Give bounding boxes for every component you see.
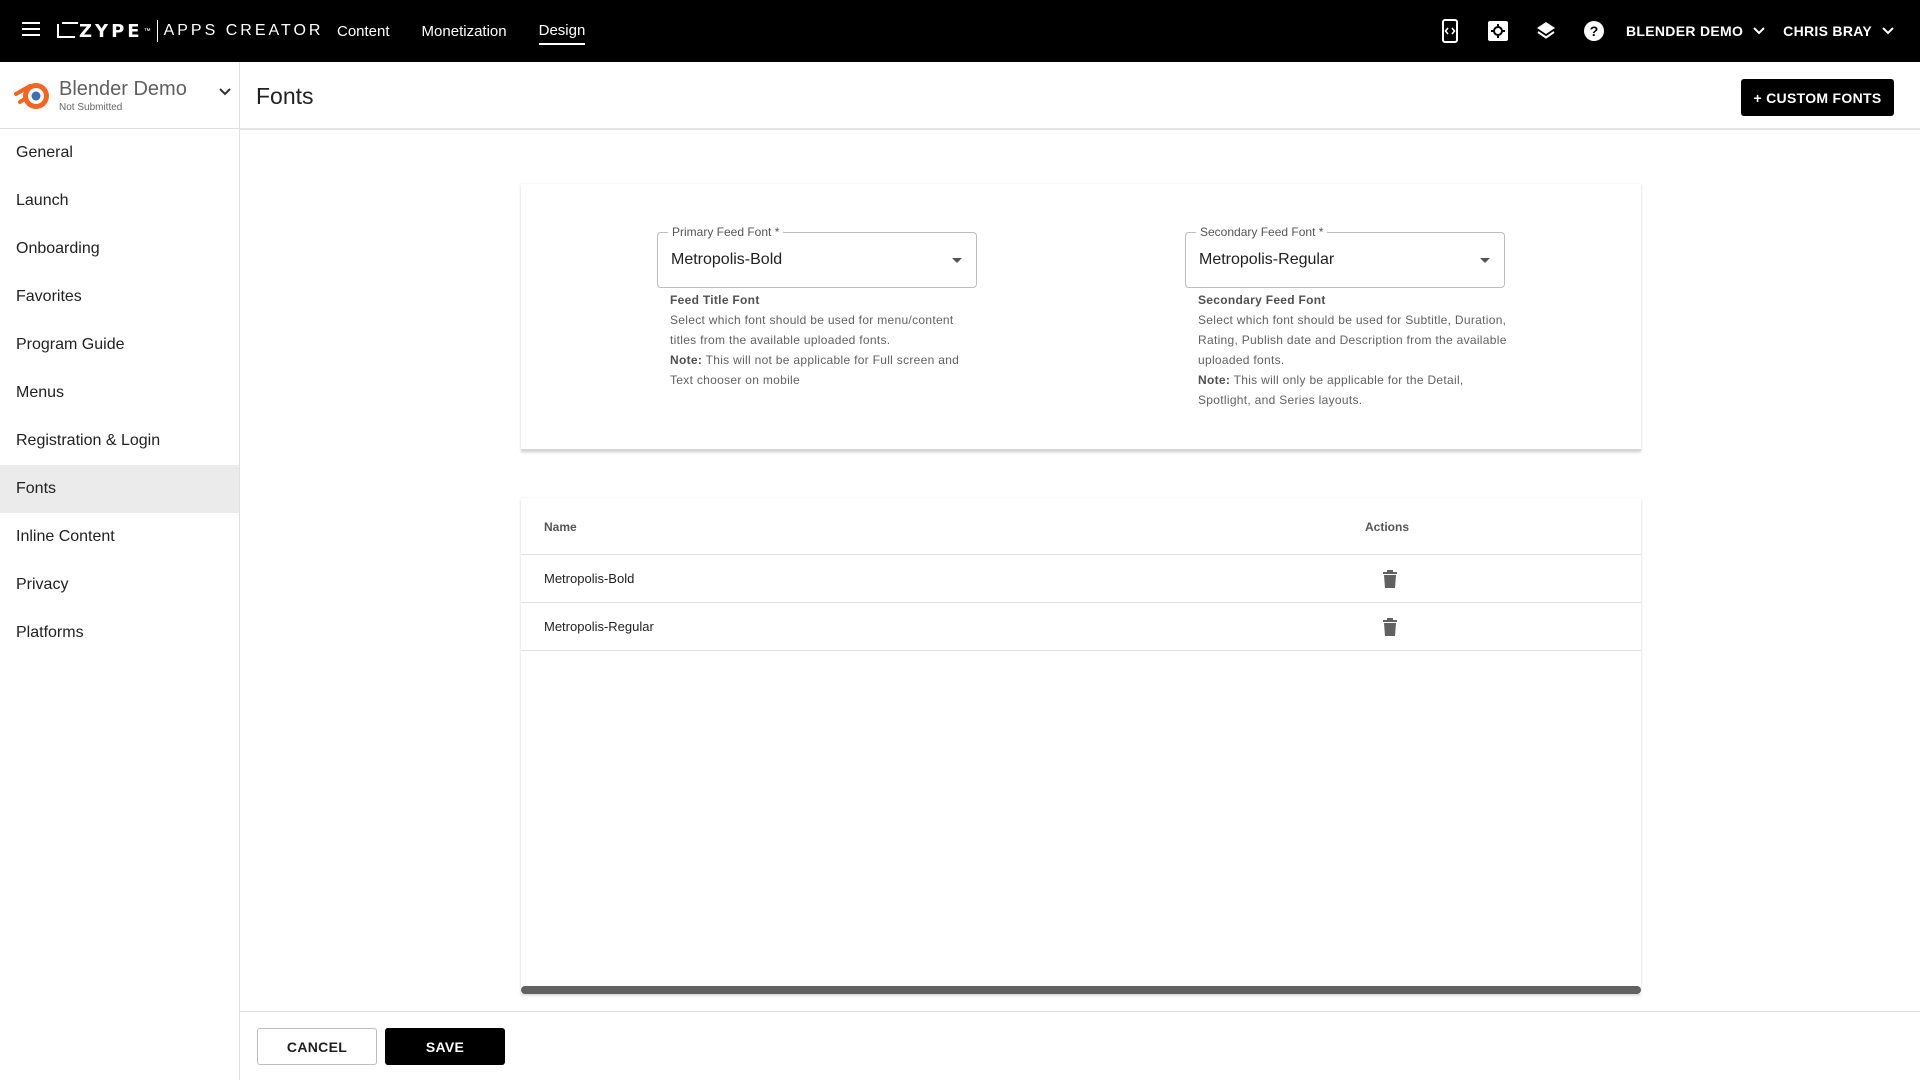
logo-app-name: APPS CREATOR xyxy=(163,22,324,39)
top-nav: Content Monetization Design xyxy=(337,0,586,62)
sidebar-nav: General Launch Onboarding Favorites Prog… xyxy=(0,129,239,657)
sidebar-item-inline-content[interactable]: Inline Content xyxy=(0,513,239,561)
top-nav-design[interactable]: Design xyxy=(538,18,586,45)
table-header: Name Actions xyxy=(521,498,1641,555)
secondary-feed-font-help: Secondary Feed Font Select which font sh… xyxy=(1198,290,1508,410)
sidebar-item-platforms[interactable]: Platforms xyxy=(0,609,239,657)
chevron-down-icon xyxy=(219,88,231,96)
secondary-feed-font-label: Secondary Feed Font * xyxy=(1196,225,1328,239)
help-icon[interactable]: ? xyxy=(1580,17,1608,45)
cancel-button[interactable]: CANCEL xyxy=(257,1028,377,1065)
top-nav-content[interactable]: Content xyxy=(337,19,390,44)
top-right-actions: ? BLENDER DEMO CHRIS BRAY xyxy=(1436,0,1894,62)
blender-logo-icon xyxy=(14,83,49,109)
chevron-down-icon xyxy=(1753,27,1765,35)
primary-note-text: This will not be applicable for Full scr… xyxy=(670,353,960,387)
page-title: Fonts xyxy=(256,83,314,109)
column-header-name: Name xyxy=(544,520,577,534)
logo-trademark: ™ xyxy=(143,27,151,35)
primary-help-title: Feed Title Font xyxy=(670,293,760,307)
secondary-feed-font-value: Metropolis-Regular xyxy=(1199,251,1335,268)
table-row: Metropolis-Regular xyxy=(521,603,1641,651)
app-title: Blender Demo xyxy=(59,77,187,100)
delete-icon[interactable] xyxy=(1380,568,1400,590)
workspace-selector[interactable]: BLENDER DEMO xyxy=(1626,23,1765,39)
save-button[interactable]: SAVE xyxy=(385,1028,505,1065)
primary-feed-font-value: Metropolis-Bold xyxy=(671,251,783,268)
workspace-name: BLENDER DEMO xyxy=(1625,23,1744,39)
sidebar-item-program-guide[interactable]: Program Guide xyxy=(0,321,239,369)
user-menu[interactable]: CHRIS BRAY xyxy=(1783,23,1894,39)
font-name: Metropolis-Regular xyxy=(544,619,654,634)
sidebar-item-menus[interactable]: Menus xyxy=(0,369,239,417)
zype-logo[interactable]: ZYPE ™ APPS CREATOR xyxy=(57,19,323,43)
sidebar-item-privacy[interactable]: Privacy xyxy=(0,561,239,609)
secondary-feed-font-select[interactable]: Secondary Feed Font * Metropolis-Regular xyxy=(1185,225,1505,288)
table-row: Metropolis-Bold xyxy=(521,555,1641,603)
secondary-note-label: Note: xyxy=(1198,373,1231,387)
primary-feed-font-label: Primary Feed Font * xyxy=(668,225,784,239)
svg-text:?: ? xyxy=(1590,23,1599,39)
primary-feed-font-help: Feed Title Font Select which font should… xyxy=(670,290,980,390)
top-app-bar: ZYPE ™ APPS CREATOR Content Monetization… xyxy=(0,0,1920,62)
font-name: Metropolis-Bold xyxy=(544,571,635,586)
dropdown-arrow-icon xyxy=(952,258,962,263)
table-horizontal-scrollbar[interactable] xyxy=(521,986,1641,994)
sidebar-item-registration-login[interactable]: Registration & Login xyxy=(0,417,239,465)
secondary-help-text: Select which font should be used for Sub… xyxy=(1198,313,1507,367)
sidebar-item-general[interactable]: General xyxy=(0,129,239,177)
footer-divider xyxy=(240,1011,1920,1012)
secondary-help-title: Secondary Feed Font xyxy=(1198,293,1326,307)
add-custom-fonts-button[interactable]: + CUSTOM FONTS xyxy=(1741,79,1894,116)
primary-help-note: Note: This will not be applicable for Fu… xyxy=(670,350,980,390)
sidebar-item-fonts[interactable]: Fonts xyxy=(0,465,239,513)
user-name: CHRIS BRAY xyxy=(1783,23,1872,39)
column-header-actions: Actions xyxy=(1365,520,1410,534)
secondary-help-note: Note: This will only be applicable for t… xyxy=(1198,370,1508,410)
logo-wordmark: ZYPE xyxy=(79,20,143,42)
zype-logo-mark-icon xyxy=(57,22,78,38)
primary-note-label: Note: xyxy=(670,353,703,367)
header-divider xyxy=(240,128,1920,130)
settings-square-icon[interactable] xyxy=(1484,17,1512,45)
primary-feed-font-select[interactable]: Primary Feed Font * Metropolis-Bold xyxy=(657,225,977,288)
fonts-table: Name Actions Metropolis-Bold Metropolis-… xyxy=(521,498,1641,994)
sidebar-item-launch[interactable]: Launch xyxy=(0,177,239,225)
sidebar-item-favorites[interactable]: Favorites xyxy=(0,273,239,321)
preview-code-icon[interactable] xyxy=(1436,17,1464,45)
feed-fonts-card: Primary Feed Font * Metropolis-Bold Feed… xyxy=(521,184,1641,451)
secondary-note-text: This will only be applicable for the Det… xyxy=(1198,373,1464,407)
chevron-down-icon xyxy=(1882,27,1894,35)
delete-icon[interactable] xyxy=(1380,616,1400,638)
app-status: Not Submitted xyxy=(59,101,123,113)
layers-icon[interactable] xyxy=(1532,17,1560,45)
sidebar: Blender Demo Not Submitted General Launc… xyxy=(0,62,240,1080)
sidebar-item-onboarding[interactable]: Onboarding xyxy=(0,225,239,273)
primary-help-text: Select which font should be used for men… xyxy=(670,313,954,347)
top-nav-monetization[interactable]: Monetization xyxy=(422,19,507,44)
logo-divider xyxy=(156,20,158,42)
menu-icon[interactable] xyxy=(22,22,40,36)
app-info: Blender Demo Not Submitted xyxy=(59,78,187,113)
dropdown-arrow-icon xyxy=(1480,258,1490,263)
app-selector[interactable]: Blender Demo Not Submitted xyxy=(0,62,239,129)
